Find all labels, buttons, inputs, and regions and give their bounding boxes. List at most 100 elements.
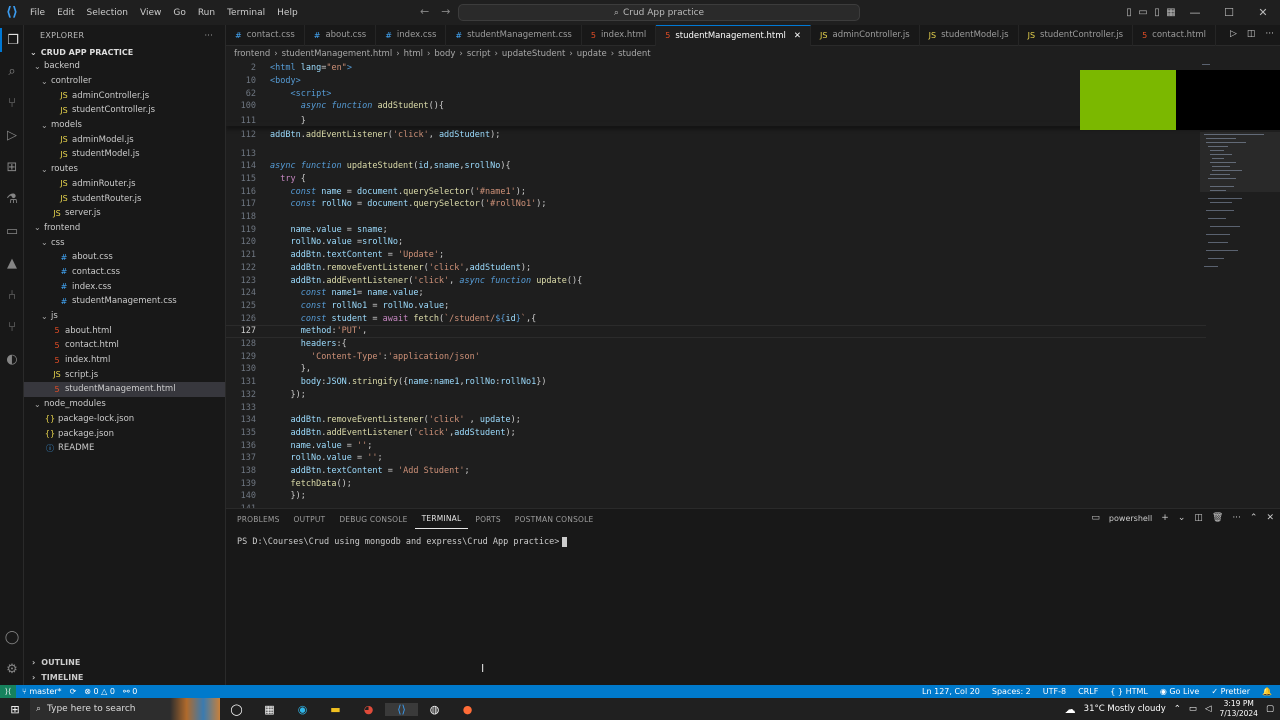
store-icon[interactable]: ▦: [253, 703, 286, 716]
code-line[interactable]: 117 const rollNo = document. querySelecto…: [226, 198, 1206, 211]
new-terminal-icon[interactable]: +: [1161, 513, 1169, 523]
breadcrumb-item[interactable]: updateStudent: [502, 49, 565, 59]
run-icon[interactable]: ▷: [1230, 29, 1237, 39]
code-line[interactable]: 122 addBtn. removeEventListener('click', a…: [226, 262, 1206, 275]
indentation[interactable]: Spaces: 2: [992, 687, 1031, 696]
code-line[interactable]: 123 addBtn. addEventListener('click', asy…: [226, 274, 1206, 287]
menu-go[interactable]: Go: [167, 8, 191, 18]
code-line[interactable]: 128 headers:{: [226, 338, 1206, 351]
tab-studentmanagement-css[interactable]: # studentManagement.css: [446, 24, 582, 46]
tree-item-js[interactable]: ⌄ js: [24, 309, 225, 324]
search-view-icon[interactable]: ⌕: [0, 59, 24, 83]
git-graph-icon[interactable]: ⑃: [0, 283, 24, 307]
sync-icon[interactable]: ⟳: [70, 687, 77, 696]
remote-icon[interactable]: ⟩⟨: [0, 685, 16, 698]
terminal[interactable]: PS D:\Courses\Crud using mongodb and exp…: [226, 529, 1280, 555]
menu-edit[interactable]: Edit: [51, 8, 80, 18]
breadcrumb-item[interactable]: student: [618, 49, 651, 59]
tree-item-studentrouter-js[interactable]: JS studentRouter.js: [24, 191, 225, 206]
tray-chevron-icon[interactable]: ⌃: [1174, 704, 1181, 714]
gitlens-icon[interactable]: ⑂: [0, 315, 24, 339]
source-control-icon[interactable]: ⑂: [0, 91, 24, 115]
tree-item-frontend[interactable]: ⌄ frontend: [24, 221, 225, 236]
panel-tab-ports[interactable]: PORTS: [468, 509, 507, 529]
tree-item-admincontroller-js[interactable]: JS adminController.js: [24, 88, 225, 103]
clock[interactable]: 3:19 PM 7/13/2024: [1220, 699, 1258, 719]
tree-item-studentcontroller-js[interactable]: JS studentController.js: [24, 103, 225, 118]
tree-item-about-html[interactable]: 5 about.html: [24, 323, 225, 338]
code-line[interactable]: 130 },: [226, 363, 1206, 376]
encoding[interactable]: UTF-8: [1043, 687, 1066, 696]
file-explorer-icon[interactable]: ▬: [319, 703, 352, 716]
panel-tab-problems[interactable]: PROBLEMS: [230, 509, 287, 529]
code-line[interactable]: 138 addBtn. textContent = 'Add Student';: [226, 465, 1206, 478]
code-line[interactable]: 118: [226, 211, 1206, 224]
testing-icon[interactable]: ⚗: [0, 187, 24, 211]
toggle-secondary-sidebar-icon[interactable]: ▯: [1150, 7, 1164, 18]
maximize-icon[interactable]: ☐: [1212, 6, 1246, 19]
tree-item-contact-css[interactable]: # contact.css: [24, 265, 225, 280]
line-ending[interactable]: CRLF: [1078, 687, 1098, 696]
code-line[interactable]: 121 addBtn. textContent = 'Update';: [226, 249, 1206, 262]
tab-studentmanagement-html[interactable]: 5 studentManagement.html ✕: [656, 24, 812, 46]
code-line[interactable]: 134 addBtn. removeEventListener('click' ,…: [226, 414, 1206, 427]
tab-contact-css[interactable]: # contact.css: [226, 24, 305, 46]
code-line[interactable]: 112 addBtn. addEventListener('click', addS…: [226, 129, 1206, 142]
code-line[interactable]: 124 const name1 = name. value;: [226, 287, 1206, 300]
maximize-panel-icon[interactable]: ⌃: [1250, 513, 1258, 523]
code-line[interactable]: 116 const name = document. querySelector(…: [226, 185, 1206, 198]
code-line[interactable]: 129 'Content-Type':'application/json': [226, 350, 1206, 363]
split-terminal-icon[interactable]: ◫: [1194, 513, 1203, 523]
go-live-button[interactable]: ◉ Go Live: [1160, 687, 1200, 696]
shell-name[interactable]: powershell: [1109, 514, 1152, 523]
code-line[interactable]: 119 name. value = sname;: [226, 223, 1206, 236]
notification-center-icon[interactable]: ▢: [1266, 704, 1274, 714]
menu-terminal[interactable]: Terminal: [221, 8, 271, 18]
breadcrumb-item[interactable]: frontend: [234, 49, 270, 59]
code-line[interactable]: 131 body: JSON. stringify({name: name1, roll…: [226, 376, 1206, 389]
tree-item-backend[interactable]: ⌄ backend: [24, 59, 225, 74]
code-line[interactable]: 135 addBtn. addEventListener('click', addS…: [226, 427, 1206, 440]
tree-item-server-js[interactable]: JS server.js: [24, 206, 225, 221]
split-editor-icon[interactable]: ◫: [1247, 29, 1256, 39]
app-icon[interactable]: ◍: [418, 703, 451, 716]
tree-item-adminrouter-js[interactable]: JS adminRouter.js: [24, 177, 225, 192]
tree-item-studentmodel-js[interactable]: JS studentModel.js: [24, 147, 225, 162]
language-mode[interactable]: { } HTML: [1110, 687, 1148, 696]
code-line[interactable]: 113: [226, 147, 1206, 160]
ports-indicator[interactable]: ⚯ 0: [123, 687, 137, 696]
breadcrumb-item[interactable]: update: [577, 49, 607, 59]
weather-text[interactable]: 31°C Mostly cloudy: [1084, 704, 1166, 714]
code-line[interactable]: 140 });: [226, 490, 1206, 503]
code-line[interactable]: 137 rollNo. value = '';: [226, 452, 1206, 465]
more-actions-icon[interactable]: ···: [1265, 29, 1274, 39]
code-line[interactable]: 139 fetchData ();: [226, 477, 1206, 490]
code-line[interactable]: 100 async function addStudent(){: [226, 100, 1206, 113]
timeline-section[interactable]: › TIMELINE: [24, 670, 226, 684]
run-debug-icon[interactable]: ▷: [0, 123, 24, 147]
close-panel-icon[interactable]: ✕: [1266, 513, 1274, 523]
trash-icon[interactable]: 🗑: [1212, 513, 1223, 523]
taskbar-search[interactable]: ⌕ Type here to search: [30, 698, 220, 720]
close-window-icon[interactable]: ✕: [1246, 6, 1280, 19]
menu-help[interactable]: Help: [271, 8, 304, 18]
tab-contact-html[interactable]: 5 contact.html: [1133, 24, 1217, 46]
code-line[interactable]: 115 try {: [226, 173, 1206, 186]
cursor-position[interactable]: Ln 127, Col 20: [922, 687, 980, 696]
command-center-search[interactable]: ⌕ Crud App practice: [458, 4, 860, 21]
tree-item-studentmanagement-css[interactable]: # studentManagement.css: [24, 294, 225, 309]
tree-item-about-css[interactable]: # about.css: [24, 250, 225, 265]
prettier-button[interactable]: ✓ Prettier: [1211, 687, 1250, 696]
breadcrumb-item[interactable]: studentManagement.html: [282, 49, 393, 59]
outline-section[interactable]: › OUTLINE: [24, 655, 226, 669]
toggle-panel-icon[interactable]: ▭: [1136, 7, 1150, 18]
menu-run[interactable]: Run: [192, 8, 221, 18]
minimap[interactable]: [1200, 62, 1280, 362]
chevron-down-icon[interactable]: ⌄: [1178, 513, 1186, 523]
task-view-icon[interactable]: ◯: [220, 703, 253, 716]
breadcrumb-item[interactable]: script: [467, 49, 491, 59]
tree-item-package-json[interactable]: {} package.json: [24, 426, 225, 441]
tree-item-node-modules[interactable]: ⌄ node_modules: [24, 397, 225, 412]
breadcrumb-item[interactable]: html: [404, 49, 423, 59]
forward-arrow-icon[interactable]: →: [441, 5, 450, 18]
